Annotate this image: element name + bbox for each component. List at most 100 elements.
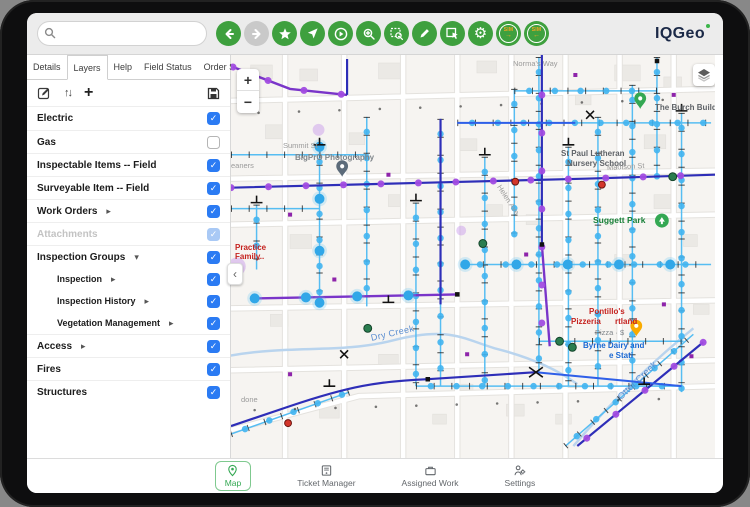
gear-icon: ⚙: [474, 26, 487, 41]
search-icon: [44, 27, 56, 39]
layer-checkbox[interactable]: [207, 386, 220, 399]
layers-toolbar: ↑↓ +: [27, 80, 230, 107]
basemap-layers-button[interactable]: [693, 64, 715, 86]
suggett-park-pin[interactable]: [655, 214, 669, 228]
chevron-down-icon[interactable]: [134, 252, 139, 263]
select-area-button[interactable]: [440, 21, 465, 46]
plus-icon[interactable]: +: [84, 85, 93, 101]
layer-row-surveyable-item[interactable]: Surveyable Item -- Field: [27, 176, 230, 199]
nav-label: Settings: [505, 478, 536, 488]
layer-row-access[interactable]: Access: [27, 334, 230, 357]
layer-label: Inspection Groups: [37, 252, 125, 263]
layer-list: Electric Gas Inspectable Items -- Field …: [27, 107, 230, 403]
layer-label: Inspectable Items -- Field: [37, 160, 156, 171]
pencil-square-icon[interactable]: [37, 86, 51, 100]
edit-button[interactable]: [412, 21, 437, 46]
chevron-right-icon[interactable]: [169, 318, 174, 329]
layer-row-inspection-history[interactable]: Inspection History: [27, 290, 230, 312]
tab-layers[interactable]: Layers: [67, 55, 108, 80]
zoom-in-button[interactable]: +: [237, 69, 259, 91]
sim-import-button[interactable]: SIM ←: [524, 21, 549, 46]
layer-label: Surveyable Item -- Field: [37, 183, 149, 194]
tab-help[interactable]: Help: [108, 55, 139, 80]
back-button[interactable]: [216, 21, 241, 46]
layer-label: Vegetation Management: [57, 318, 160, 328]
layer-row-vegetation-management[interactable]: Vegetation Management: [27, 312, 230, 334]
nav-item-ticket-manager[interactable]: Ticket Manager: [297, 464, 355, 488]
user-gear-icon: [513, 464, 526, 477]
layer-label: Gas: [37, 137, 56, 148]
sim-arrow-right-icon: SIM →: [499, 24, 518, 43]
layer-row-gas[interactable]: Gas: [27, 130, 230, 153]
layer-row-work-orders[interactable]: Work Orders: [27, 199, 230, 222]
app-screen: ⚙ SIM → SIM ← IQGeo D: [27, 13, 723, 493]
toolbar-buttons: ⚙ SIM → SIM ←: [216, 21, 549, 46]
collapse-panel-handle[interactable]: [227, 263, 243, 285]
iqgeo-logo: IQGeo: [655, 25, 705, 43]
layer-checkbox[interactable]: [207, 112, 220, 125]
logo-dot: [706, 24, 710, 28]
chevron-right-icon[interactable]: [145, 296, 150, 307]
layer-row-electric[interactable]: Electric: [27, 107, 230, 130]
ticket-icon: [320, 464, 333, 477]
nav-label: Map: [225, 478, 242, 488]
layer-checkbox[interactable]: [207, 159, 220, 172]
sim-export-button[interactable]: SIM →: [496, 21, 521, 46]
box-cursor-icon: [445, 26, 460, 41]
street-view-button[interactable]: [328, 21, 353, 46]
pencil-icon: [418, 27, 431, 40]
layer-row-inspection-groups[interactable]: Inspection Groups: [27, 245, 230, 268]
layer-checkbox[interactable]: [207, 295, 220, 308]
layer-checkbox[interactable]: [207, 182, 220, 195]
layer-label: Electric: [37, 113, 73, 124]
layer-label: Access: [37, 341, 72, 352]
bookmarks-button[interactable]: [272, 21, 297, 46]
layers-stack-icon: [696, 67, 712, 83]
layer-row-fires[interactable]: Fires: [27, 357, 230, 380]
layer-label: Inspection History: [57, 296, 136, 306]
layer-checkbox[interactable]: [207, 363, 220, 376]
search-input[interactable]: [37, 21, 207, 46]
layer-row-inspectable-items[interactable]: Inspectable Items -- Field: [27, 153, 230, 176]
magnifier-plus-icon: [362, 27, 376, 41]
left-panel: Details Layers Help Field Status Order S…: [27, 55, 231, 458]
layer-checkbox[interactable]: [207, 136, 220, 149]
zoom-out-button[interactable]: −: [237, 91, 259, 113]
layer-checkbox[interactable]: [207, 273, 220, 286]
chevron-right-icon[interactable]: [81, 341, 86, 352]
map-canvas[interactable]: Norma's Way The Burch Building Suggett P…: [231, 55, 715, 458]
arrow-left-icon: [222, 27, 236, 41]
chevron-right-icon[interactable]: [106, 206, 111, 217]
settings-gear-button[interactable]: ⚙: [468, 21, 493, 46]
nav-label: Assigned Work: [402, 478, 459, 488]
layer-label: Fires: [37, 364, 61, 375]
layer-checkbox[interactable]: [207, 205, 220, 218]
tab-details[interactable]: Details: [27, 55, 67, 80]
area-query-button[interactable]: [384, 21, 409, 46]
search-box: [37, 21, 207, 46]
layer-row-inspection[interactable]: Inspection: [27, 268, 230, 290]
layer-checkbox: [207, 228, 220, 241]
chevron-right-icon[interactable]: [111, 274, 116, 285]
layer-checkbox[interactable]: [207, 317, 220, 330]
nav-item-settings[interactable]: Settings: [505, 464, 536, 488]
sort-arrows-icon[interactable]: ↑↓: [64, 87, 71, 99]
map-graphics: [231, 55, 715, 458]
locate-button[interactable]: [300, 21, 325, 46]
nav-item-assigned-work[interactable]: Assigned Work: [402, 464, 459, 488]
layer-row-structures[interactable]: Structures: [27, 380, 230, 403]
layer-checkbox[interactable]: [207, 340, 220, 353]
layer-label: Structures: [37, 387, 87, 398]
floppy-icon[interactable]: [207, 87, 220, 100]
layer-label: Inspection: [57, 274, 102, 284]
layer-row-attachments[interactable]: Attachments: [27, 222, 230, 245]
tab-field-status[interactable]: Field Status: [138, 55, 198, 80]
layer-label: Attachments: [37, 229, 98, 240]
forward-button[interactable]: [244, 21, 269, 46]
box-magnifier-icon: [389, 26, 404, 41]
arrow-left-small-icon: ←: [533, 33, 540, 39]
zoom-search-button[interactable]: [356, 21, 381, 46]
arrow-right-icon: [250, 27, 264, 41]
nav-item-map[interactable]: Map: [215, 461, 252, 491]
layer-checkbox[interactable]: [207, 251, 220, 264]
